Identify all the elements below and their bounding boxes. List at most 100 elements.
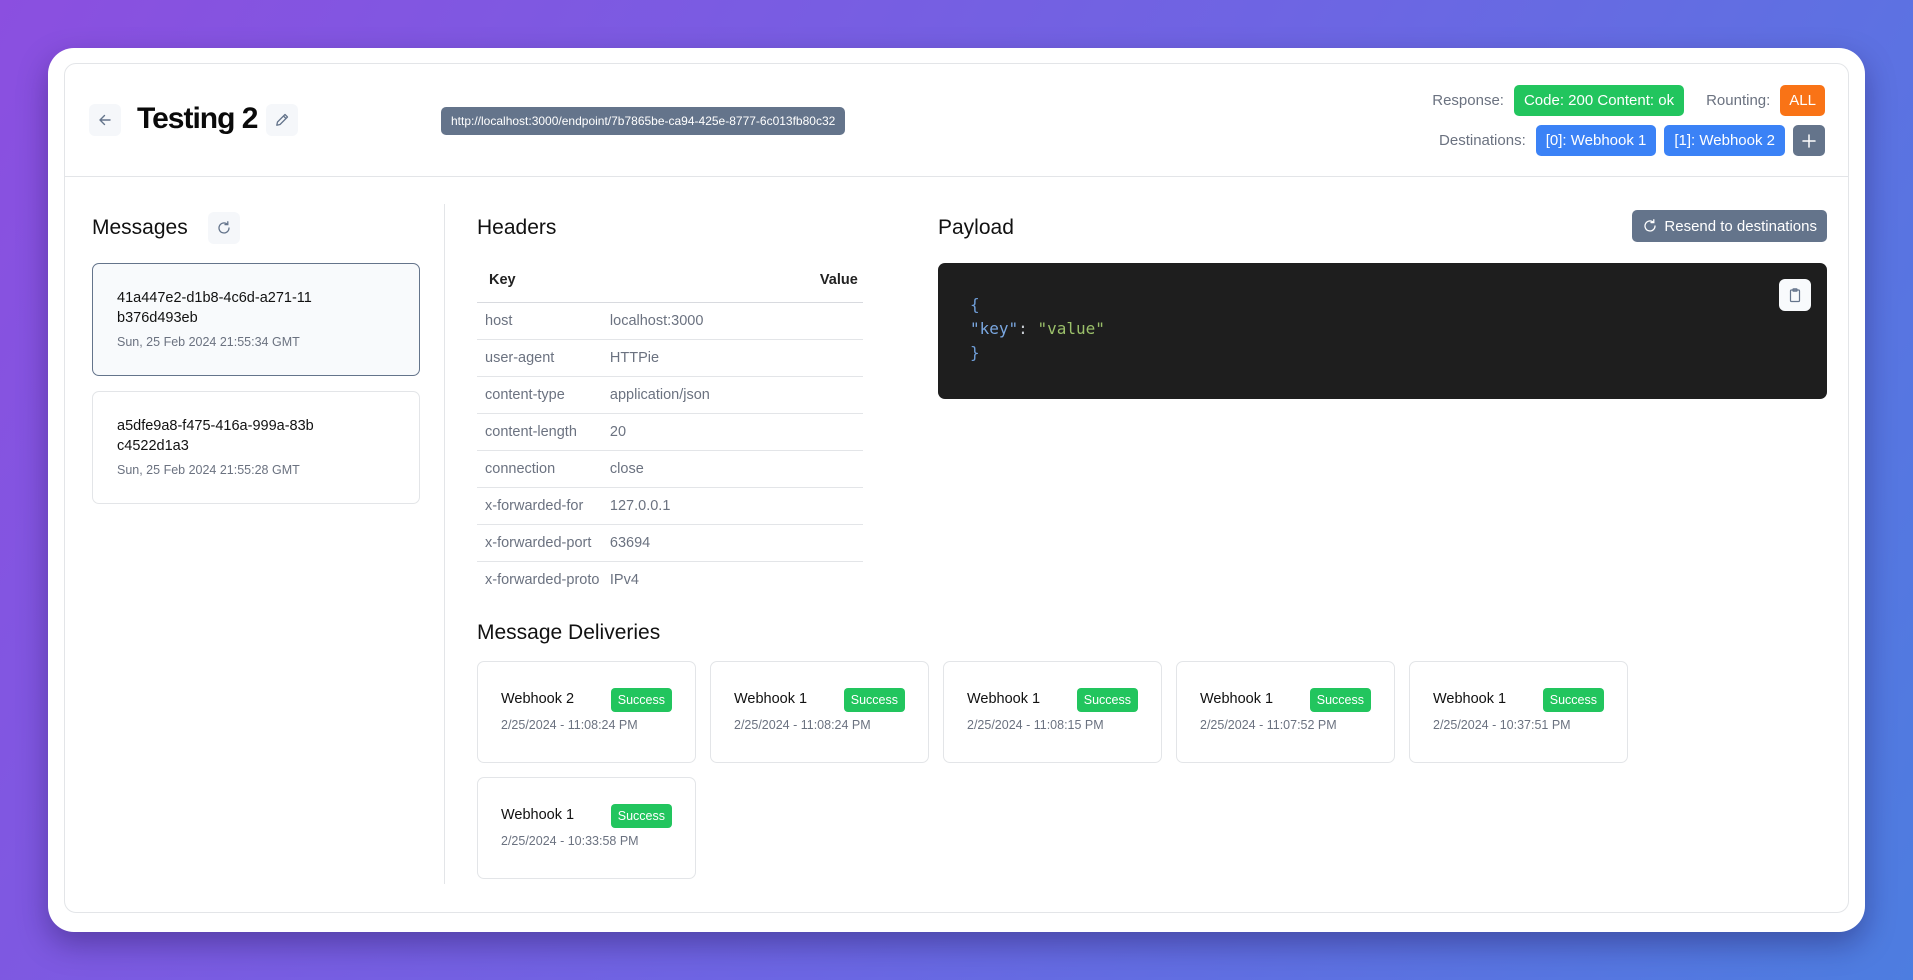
message-item[interactable]: 41a447e2-d1b8-4c6d-a271-11b376d493eb Sun… [92, 263, 420, 376]
delivery-card-top: Webhook 2 Success [501, 686, 672, 712]
delivery-destination: Webhook 1 [1200, 691, 1274, 707]
message-id: 41a447e2-d1b8-4c6d-a271-11b376d493eb [117, 290, 312, 326]
delivery-card[interactable]: Webhook 1 Success 2/25/2024 - 11:08:24 PM [710, 661, 929, 763]
headers-table: Key Value host localhost:3000 user-agent H… [477, 258, 863, 598]
status-badge: Success [1309, 688, 1371, 712]
table-row: connection close [477, 450, 863, 488]
delivery-destination: Webhook 1 [501, 807, 575, 823]
endpoint-url-badge[interactable]: http://localhost:3000/endpoint/7b7865be-… [441, 107, 846, 135]
delivery-card-top: Webhook 1 Success [1200, 686, 1371, 712]
table-row: x-forwarded-proto IPv4 [477, 561, 863, 598]
endpoint-header: Testing 2 http://localhost:3000/endpoint… [65, 64, 1848, 177]
status-badge: Success [1542, 688, 1604, 712]
column-header-value: Value [601, 258, 863, 303]
table-row: x-forwarded-for 127.0.0.1 [477, 487, 863, 525]
header-key: content-type [477, 376, 602, 414]
table-row: user-agent HTTPie [477, 339, 863, 377]
copy-payload-button[interactable] [1779, 279, 1811, 311]
delivery-destination: Webhook 1 [734, 691, 808, 707]
message-id: a5dfe9a8-f475-416a-999a-83bc4522d1a3 [117, 418, 314, 454]
clipboard-icon [1789, 288, 1801, 303]
message-timestamp: Sun, 25 Feb 2024 21:55:28 GMT [117, 463, 300, 477]
header-key: x-forwarded-proto [485, 571, 600, 588]
delivery-timestamp: 2/25/2024 - 11:08:24 PM [501, 718, 638, 732]
plus-icon [1802, 133, 1816, 148]
table-header-row: Key Value [477, 258, 863, 303]
delivery-card[interactable]: Webhook 1 Success 2/25/2024 - 10:37:51 PM [1409, 661, 1628, 763]
delivery-destination: Webhook 1 [1433, 691, 1507, 707]
header-value: application/json [601, 376, 863, 414]
delivery-timestamp: 2/25/2024 - 10:37:51 PM [1433, 718, 1571, 732]
code-key: "key" [970, 319, 1019, 338]
column-header-key: Key [477, 258, 602, 303]
destinations-row: Destinations: [0]: Webhook 1 [1]: Webhoo… [1439, 125, 1825, 156]
table-row: content-type application/json [477, 376, 863, 414]
table-row: host localhost:3000 [477, 302, 863, 340]
delivery-card[interactable]: Webhook 1 Success 2/25/2024 - 11:07:52 PM [1176, 661, 1395, 763]
code-value: "value" [1037, 319, 1105, 338]
pencil-icon [276, 113, 289, 126]
header-key: content-length [477, 413, 602, 451]
header-key: user-agent [477, 339, 602, 377]
page-title: Testing 2 [137, 102, 258, 135]
refresh-icon [218, 221, 230, 234]
resend-button[interactable]: Resend to destinations [1632, 210, 1827, 242]
messages-title: Messages [92, 216, 188, 239]
message-item[interactable]: a5dfe9a8-f475-416a-999a-83bc4522d1a3 Sun… [92, 391, 420, 504]
destinations-label: Destinations: [1439, 132, 1526, 149]
header-key: connection [477, 450, 602, 488]
delivery-destination: Webhook 2 [501, 691, 575, 707]
delivery-card-top: Webhook 1 Success [734, 686, 905, 712]
add-destination-button[interactable] [1793, 125, 1825, 156]
delivery-card-top: Webhook 1 Success [967, 686, 1138, 712]
status-badge: Success [610, 804, 672, 828]
endpoint-panel: Testing 2 http://localhost:3000/endpoint… [64, 63, 1849, 913]
header-key: host [477, 302, 602, 340]
header-value: 20 [601, 413, 863, 451]
status-badge: Success [1076, 688, 1138, 712]
header-value: localhost:3000 [601, 302, 863, 340]
delivery-destination: Webhook 1 [967, 691, 1041, 707]
header-value: close [601, 450, 863, 488]
destination-badge[interactable]: [0]: Webhook 1 [1535, 125, 1657, 156]
delivery-timestamp: 2/25/2024 - 11:07:52 PM [1200, 718, 1337, 732]
refresh-messages-button[interactable] [208, 212, 240, 244]
headers-title: Headers [477, 216, 557, 239]
header-value: IPv4 [609, 571, 639, 588]
delivery-card[interactable]: Webhook 1 Success 2/25/2024 - 11:08:15 PM [943, 661, 1162, 763]
destination-badge[interactable]: [1]: Webhook 2 [1664, 125, 1785, 156]
delivery-card-top: Webhook 1 Success [501, 802, 672, 828]
refresh-icon [1644, 219, 1657, 232]
header-value: 63694 [601, 524, 863, 562]
delivery-card[interactable]: Webhook 2 Success 2/25/2024 - 11:08:24 PM [477, 661, 696, 763]
header-key: x-forwarded-for [477, 487, 602, 525]
delivery-timestamp: 2/25/2024 - 11:08:24 PM [734, 718, 871, 732]
arrow-left-icon [99, 114, 111, 126]
response-badge[interactable]: Code: 200 Content: ok [1513, 85, 1685, 116]
header-value: 127.0.0.1 [601, 487, 863, 525]
delivery-timestamp: 2/25/2024 - 11:08:15 PM [967, 718, 1104, 732]
table-row: content-length 20 [477, 413, 863, 451]
delivery-timestamp: 2/25/2024 - 10:33:58 PM [501, 834, 639, 848]
message-timestamp: Sun, 25 Feb 2024 21:55:34 GMT [117, 335, 300, 349]
deliveries-title: Message Deliveries [477, 621, 661, 644]
status-badge: Success [843, 688, 905, 712]
back-button[interactable] [89, 104, 121, 136]
routing-badge[interactable]: ALL [1780, 85, 1825, 116]
payload-code-block[interactable]: { "key": "value" } [938, 263, 1827, 399]
resend-label: Resend to destinations [1664, 217, 1817, 235]
delivery-card-top: Webhook 1 Success [1433, 686, 1604, 712]
code-open-brace: { [970, 295, 980, 314]
routing-label: Rounting: [1706, 92, 1771, 109]
code-close-brace: } [970, 343, 980, 362]
payload-title: Payload [938, 216, 1014, 239]
response-label: Response: [1432, 92, 1504, 109]
header-value: HTTPie [601, 339, 863, 377]
header-key: x-forwarded-port [477, 524, 602, 562]
code-colon: : [1018, 319, 1038, 338]
status-badge: Success [610, 688, 672, 712]
delivery-card[interactable]: Webhook 1 Success 2/25/2024 - 10:33:58 PM [477, 777, 696, 879]
response-routing-row: Response: Code: 200 Content: ok Rounting… [1432, 85, 1825, 116]
edit-title-button[interactable] [266, 104, 298, 136]
app-window: Testing 2 http://localhost:3000/endpoint… [48, 48, 1865, 932]
